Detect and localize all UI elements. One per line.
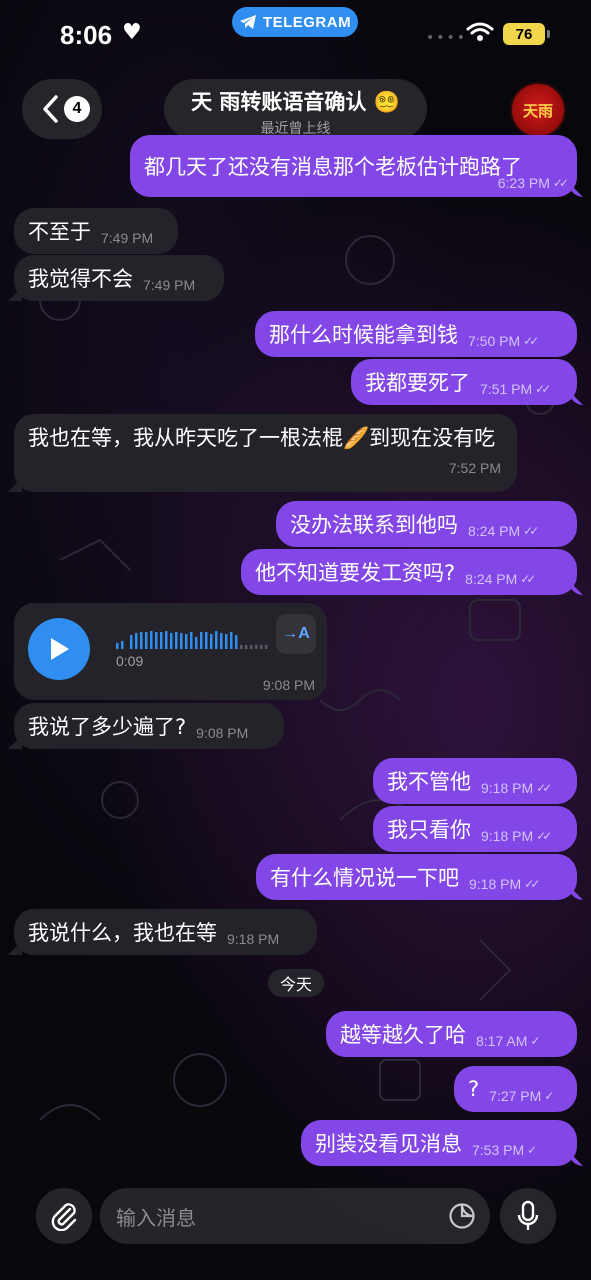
message-text: 我觉得不会	[28, 267, 133, 291]
date-separator: 今天	[268, 969, 324, 997]
double-check-icon: ✓✓	[520, 572, 536, 586]
message-time: 9:08 PM	[196, 725, 249, 741]
message-time: 7:27 PM	[489, 1088, 542, 1104]
message-time: 9:18 PM	[227, 931, 280, 947]
avatar[interactable]: 天雨	[510, 82, 566, 138]
message-text: 我不管他	[387, 770, 471, 794]
message-time: 8:17 AM	[476, 1033, 528, 1049]
message-bubble-out[interactable]: 我只看你 9:18 PM ✓✓	[373, 806, 577, 852]
message-bubble-out[interactable]: 那什么时候能拿到钱 7:50 PM ✓✓	[255, 311, 577, 357]
telegram-icon	[239, 15, 256, 29]
message-bubble-out[interactable]: 我都要死了 7:51 PM ✓✓	[351, 359, 577, 405]
message-text: 我也在等，我从昨天吃了一根法棍🥖到现在没有吃	[28, 426, 496, 450]
back-chevron-icon	[43, 95, 58, 123]
chat-title: 天 雨转账语音确认 😵‍💫	[191, 90, 400, 114]
attach-button[interactable]	[36, 1188, 92, 1244]
single-check-icon: ✓	[530, 1034, 540, 1048]
message-time: 7:51 PM	[480, 381, 533, 397]
message-text: 我只看你	[387, 818, 471, 842]
double-check-icon: ✓✓	[523, 334, 539, 348]
telegram-pill-label: TELEGRAM	[262, 13, 352, 31]
message-time: 8:24 PM	[465, 571, 518, 587]
sticker-icon[interactable]	[448, 1202, 476, 1230]
message-bubble-out[interactable]: 别装没看见消息 7:53 PM ✓	[301, 1120, 577, 1166]
battery-icon: 76	[503, 23, 550, 45]
message-bubble-out[interactable]: ? 7:27 PM ✓	[454, 1066, 577, 1112]
double-check-icon: ✓✓	[523, 524, 539, 538]
chat-title-area[interactable]: 天 雨转账语音确认 😵‍💫 最近曾上线	[164, 79, 427, 139]
microphone-button[interactable]	[500, 1188, 556, 1244]
message-bubble-out[interactable]: 有什么情况说一下吧 9:18 PM ✓✓	[256, 854, 577, 900]
status-bar: 8:06 ♥ TELEGRAM •••• 76	[0, 0, 591, 72]
message-bubble-in[interactable]: 我觉得不会 7:49 PM	[14, 255, 224, 301]
microphone-icon	[517, 1200, 539, 1230]
double-check-icon: ✓✓	[524, 877, 540, 891]
message-bubble-in[interactable]: 我说了多少遍了? 9:08 PM	[14, 703, 284, 749]
message-bubble-out[interactable]: 都几天了还没有消息那个老板估计跑路了 6:23 PM ✓✓	[130, 135, 577, 197]
message-time: 9:18 PM	[481, 780, 534, 796]
message-time: 6:23 PM	[497, 175, 550, 191]
single-check-icon: ✓	[527, 1143, 537, 1157]
message-text: 我都要死了	[365, 371, 470, 395]
message-bubble-in[interactable]: 我也在等，我从昨天吃了一根法棍🥖到现在没有吃 7:52 PM	[14, 414, 517, 492]
play-button[interactable]	[28, 618, 90, 680]
message-time: 9:18 PM	[481, 828, 534, 844]
message-time: 7:52 PM	[448, 460, 501, 476]
message-text: 我说了多少遍了?	[28, 715, 187, 739]
avatar-text: 天雨	[522, 101, 553, 120]
message-bubble-out[interactable]: 我不管他 9:18 PM ✓✓	[373, 758, 577, 804]
play-icon	[51, 638, 69, 660]
transcribe-button[interactable]: →A	[276, 614, 316, 654]
message-time: 8:24 PM	[468, 523, 521, 539]
message-time: 9:08 PM	[262, 677, 315, 693]
message-time: 7:49 PM	[101, 230, 154, 246]
transcribe-label: →A	[282, 625, 310, 642]
message-time: 7:49 PM	[143, 277, 196, 293]
message-bubble-in[interactable]: 不至于 7:49 PM	[14, 208, 178, 254]
double-check-icon: ✓✓	[536, 781, 552, 795]
voice-waveform	[116, 631, 268, 649]
message-text: 不至于	[28, 220, 91, 244]
double-check-icon: ✓✓	[536, 829, 552, 843]
unread-count-badge: 4	[64, 96, 90, 122]
double-check-icon: ✓✓	[535, 382, 551, 396]
message-text: 别装没看见消息	[315, 1132, 462, 1156]
message-text: ?	[468, 1077, 480, 1101]
voice-duration: 0:09	[116, 653, 144, 669]
message-text: 我说什么，我也在等	[28, 921, 217, 945]
message-input-placeholder: 输入消息	[116, 1205, 196, 1230]
telegram-pill[interactable]: TELEGRAM	[232, 7, 358, 37]
message-text: 他不知道要发工资吗?	[255, 561, 456, 585]
status-time: 8:06	[60, 20, 113, 50]
title-emoji: 😵‍💫	[373, 90, 400, 114]
message-input[interactable]: 输入消息	[100, 1188, 490, 1244]
battery-level: 76	[515, 25, 533, 43]
heart-icon: ♥	[122, 20, 142, 45]
single-check-icon: ✓	[544, 1089, 554, 1103]
message-text: 越等越久了哈	[340, 1023, 466, 1047]
message-bubble-in[interactable]: 我说什么，我也在等 9:18 PM	[14, 909, 317, 955]
message-bubble-out[interactable]: 越等越久了哈 8:17 AM ✓	[326, 1011, 577, 1057]
message-text: 有什么情况说一下吧	[270, 866, 459, 890]
message-bubble-out[interactable]: 没办法联系到他吗 8:24 PM ✓✓	[276, 501, 577, 547]
paperclip-icon	[51, 1203, 77, 1231]
message-bubble-out[interactable]: 他不知道要发工资吗? 8:24 PM ✓✓	[241, 549, 577, 595]
message-text: 那什么时候能拿到钱	[269, 323, 458, 347]
message-time: 9:18 PM	[469, 876, 522, 892]
message-time: 7:50 PM	[468, 333, 521, 349]
double-check-icon: ✓✓	[552, 176, 569, 190]
wifi-icon	[466, 22, 494, 41]
message-text: 都几天了还没有消息那个老板估计跑路了	[144, 155, 522, 179]
message-text: 没办法联系到他吗	[290, 513, 458, 537]
signal-icon: ••••	[426, 30, 468, 46]
back-button[interactable]: 4	[22, 79, 102, 139]
message-time: 7:53 PM	[472, 1142, 525, 1158]
